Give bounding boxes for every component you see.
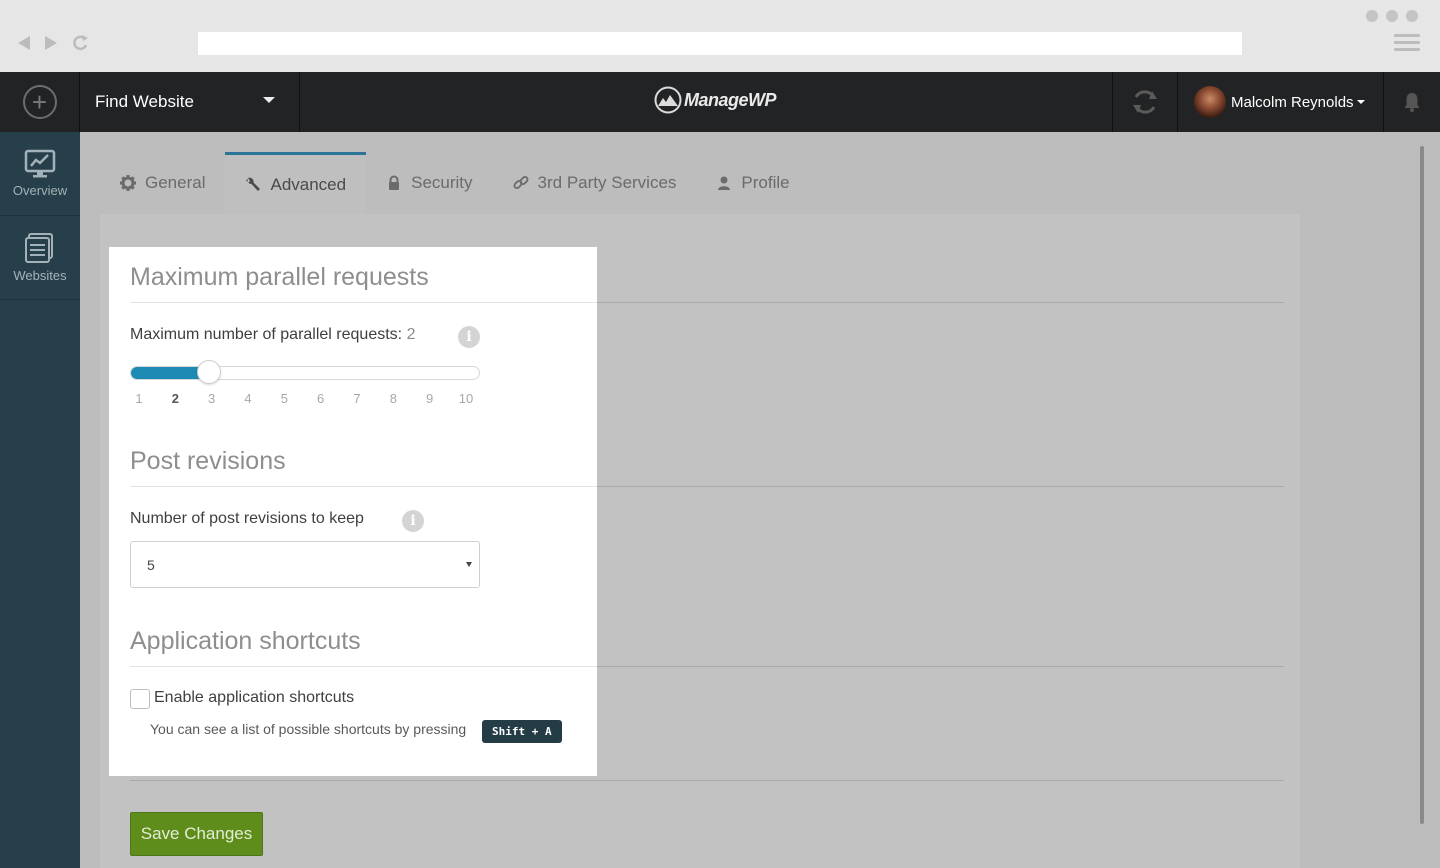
- post-revisions-select[interactable]: 5: [130, 541, 480, 588]
- slider-tick-label: 9: [426, 391, 434, 406]
- section-divider: [130, 302, 597, 303]
- application-shortcuts-title: Application shortcuts: [130, 627, 361, 655]
- mountain-logo-icon: [654, 86, 682, 114]
- slider-tick-label: 2: [171, 391, 179, 406]
- tab-advanced[interactable]: Advanced: [225, 152, 367, 214]
- scrollbar[interactable]: [1420, 146, 1424, 824]
- section-divider: [130, 666, 597, 667]
- info-icon[interactable]: i: [402, 510, 424, 532]
- advanced-settings-card: Maximum parallel requests Maximum number…: [109, 247, 597, 776]
- find-website-label: Find Website: [95, 92, 194, 111]
- sidebar: Overview Websites: [0, 132, 80, 868]
- wrench-icon: [246, 177, 261, 191]
- browser-toolbar: [0, 0, 1440, 72]
- settings-tabs: General Advanced Security 3rd Party Serv…: [100, 152, 810, 214]
- section-divider: [130, 780, 1284, 781]
- sync-button[interactable]: [1112, 72, 1178, 132]
- parallel-requests-slider[interactable]: [130, 366, 480, 380]
- tab-security[interactable]: Security: [366, 152, 492, 214]
- forward-arrow-icon[interactable]: [41, 32, 61, 54]
- websites-list-icon: [25, 233, 53, 263]
- caret-down-icon: [1356, 100, 1365, 104]
- window-dot[interactable]: [1406, 10, 1418, 22]
- enable-shortcuts-checkbox[interactable]: [130, 689, 150, 709]
- enable-shortcuts-label[interactable]: Enable application shortcuts: [154, 689, 354, 707]
- slider-tick-label: 10: [458, 391, 474, 406]
- sidebar-item-label: Overview: [12, 183, 68, 198]
- tab-label: General: [145, 173, 206, 192]
- window-controls: [1366, 10, 1418, 22]
- caret-down-icon: [466, 562, 472, 567]
- slider-tick-label: 6: [317, 391, 325, 406]
- user-icon: [718, 176, 731, 190]
- parallel-requests-label: Maximum number of parallel requests: 2: [130, 326, 415, 344]
- slider-tick-label: 3: [208, 391, 216, 406]
- link-icon: [513, 176, 528, 189]
- user-menu[interactable]: Malcolm Reynolds: [1178, 72, 1384, 132]
- post-revisions-selected: 5: [147, 556, 155, 573]
- app-header: + Find Website ManageWP Malcolm Reynolds: [0, 72, 1440, 132]
- post-revisions-title: Post revisions: [130, 447, 286, 475]
- reload-icon[interactable]: [70, 32, 90, 54]
- tab-general[interactable]: General: [100, 152, 225, 214]
- info-icon[interactable]: i: [458, 326, 480, 348]
- shortcut-key-badge: Shift + A: [482, 720, 562, 743]
- window-dot[interactable]: [1366, 10, 1378, 22]
- plus-icon: +: [22, 85, 57, 119]
- avatar: [1194, 86, 1226, 118]
- tab-label: Profile: [741, 173, 790, 192]
- managewp-logo[interactable]: ManageWP: [654, 86, 777, 114]
- notifications-button[interactable]: [1384, 72, 1440, 132]
- slider-tick-label: 1: [135, 391, 143, 406]
- find-website-dropdown[interactable]: Find Website: [80, 72, 300, 132]
- back-arrow-icon[interactable]: [14, 32, 34, 54]
- slider-tick-label: 4: [244, 391, 252, 406]
- slider-tick-label: 5: [280, 391, 288, 406]
- tab-3rd-party-services[interactable]: 3rd Party Services: [493, 152, 697, 214]
- tab-profile[interactable]: Profile: [696, 152, 809, 214]
- slider-tick-label: 8: [389, 391, 397, 406]
- logo-text: ManageWP: [684, 89, 777, 110]
- bell-icon: [1404, 93, 1420, 112]
- tab-label: Security: [411, 173, 473, 192]
- add-website-button[interactable]: +: [0, 72, 80, 132]
- slider-handle[interactable]: [197, 360, 222, 384]
- sidebar-item-label: Websites: [13, 268, 67, 283]
- caret-down-icon: [263, 97, 275, 103]
- parallel-requests-title: Maximum parallel requests: [130, 263, 429, 291]
- parallel-requests-label-text: Maximum number of parallel requests:: [130, 326, 403, 343]
- tab-label: Advanced: [270, 174, 347, 194]
- slider-ticks: 1 2 3 4 5 6 7 8 9 10: [130, 391, 480, 409]
- browser-menu-icon[interactable]: [1394, 34, 1420, 54]
- address-bar[interactable]: [198, 32, 1242, 55]
- shortcuts-help-text: You can see a list of possible shortcuts…: [150, 721, 467, 737]
- sync-icon: [1133, 90, 1157, 114]
- section-divider: [130, 486, 597, 487]
- user-name: Malcolm Reynolds: [1231, 93, 1354, 111]
- parallel-requests-value: 2: [406, 326, 416, 343]
- sidebar-item-websites[interactable]: Websites: [0, 216, 80, 300]
- window-dot[interactable]: [1386, 10, 1398, 22]
- chart-monitor-icon: [24, 149, 56, 178]
- slider-tick-label: 7: [353, 391, 361, 406]
- post-revisions-label: Number of post revisions to keep: [130, 510, 364, 527]
- save-changes-button[interactable]: Save Changes: [130, 812, 263, 856]
- gear-icon: [120, 175, 136, 191]
- lock-icon: [389, 175, 400, 190]
- tab-label: 3rd Party Services: [537, 173, 677, 192]
- sidebar-item-overview[interactable]: Overview: [0, 132, 80, 216]
